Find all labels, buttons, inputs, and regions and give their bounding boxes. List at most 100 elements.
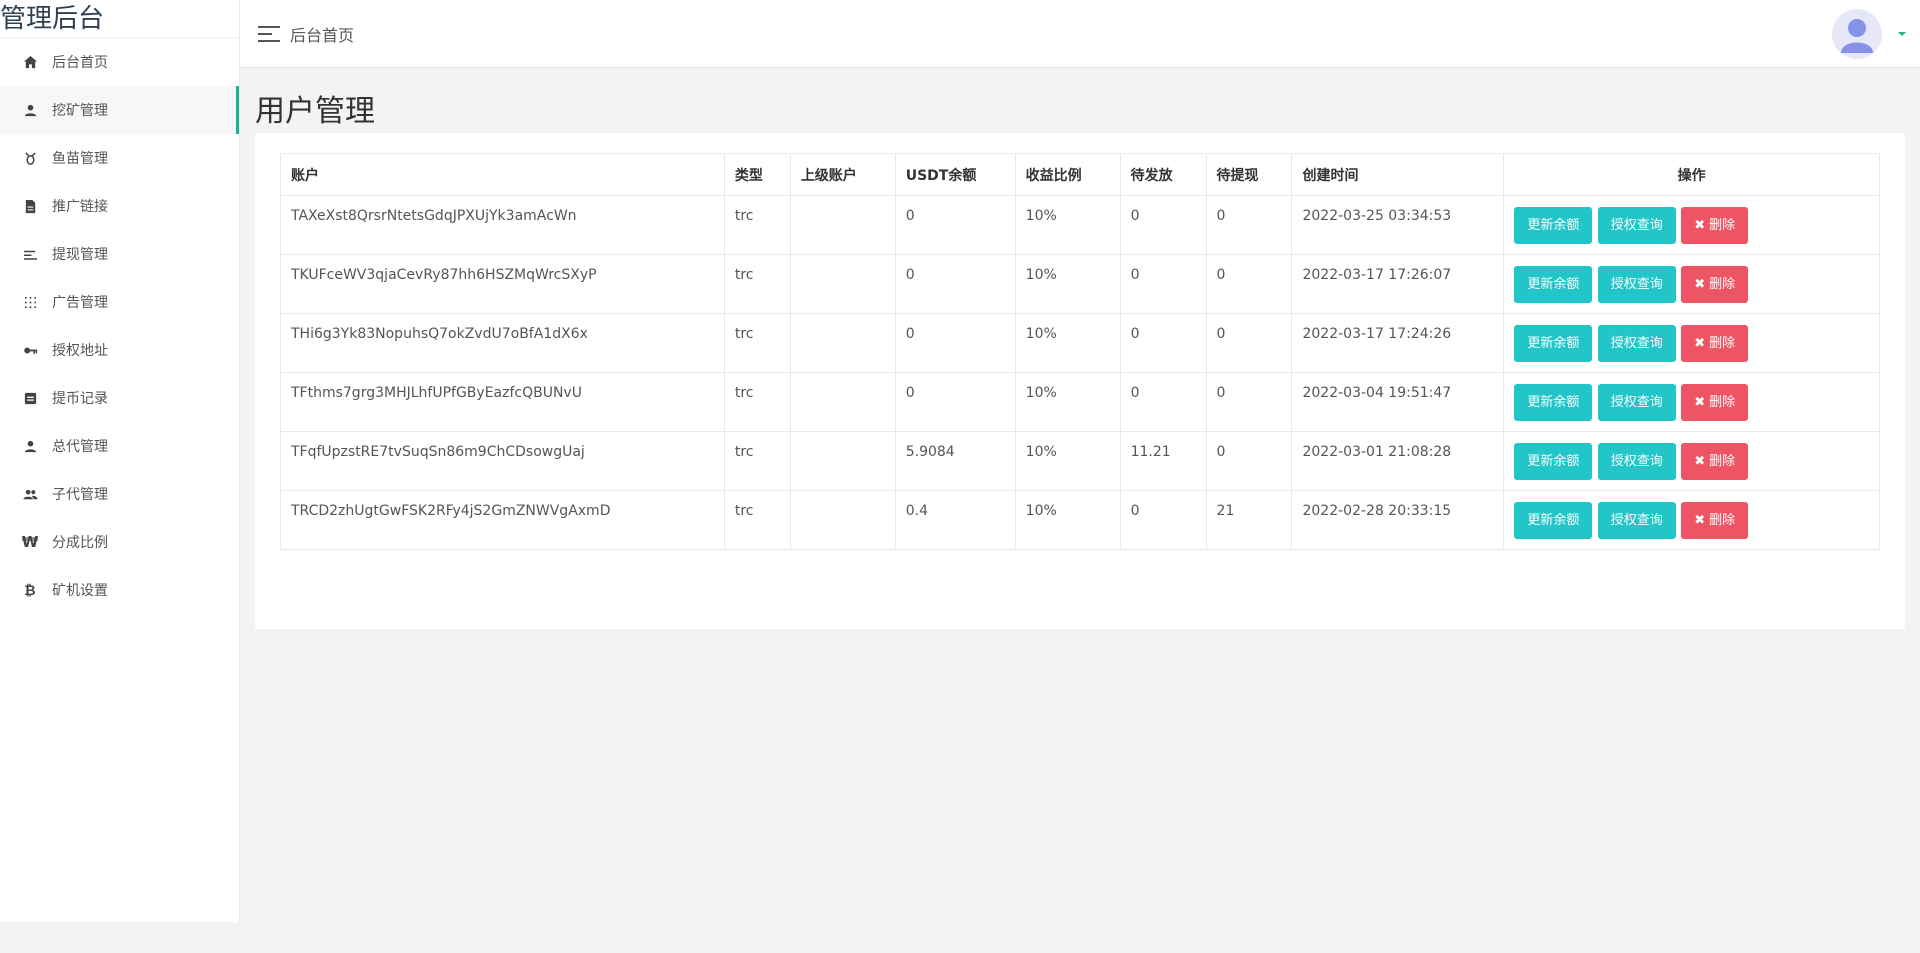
bitcoin-icon: ₿ [24, 582, 36, 599]
delete-button[interactable]: ✖ 删除 [1681, 383, 1749, 421]
auth-query-button[interactable]: 授权查询 [1597, 324, 1676, 362]
sort-lines-icon [22, 246, 38, 262]
cell-usdt: 0 [894, 195, 1016, 255]
cell-withdraw: 21 [1205, 490, 1293, 550]
sidebar: 管理后台 后台首页 挖矿管理 鱼苗管理 推广链接 提现管理 广告管理 授权地址 [0, 0, 240, 922]
cell-parent [789, 313, 896, 373]
auth-query-button[interactable]: 授权查询 [1597, 501, 1676, 539]
user-icon [22, 438, 38, 454]
delete-label: 删除 [1709, 394, 1736, 410]
sidebar-item-label: 挖矿管理 [52, 103, 108, 119]
table-row: TFthms7grg3MHJLhfUPfGByEazfcQBUNvU trc 0… [280, 372, 1880, 432]
table-row: THi6g3Yk83NopuhsQ7okZvdU7oBfA1dX6x trc 0… [280, 313, 1880, 373]
col-header-type: 类型 [723, 153, 791, 196]
sidebar-item-label: 推广链接 [52, 199, 108, 215]
cell-usdt: 0 [894, 372, 1016, 432]
cell-usdt: 0 [894, 254, 1016, 314]
cell-pending: 0 [1119, 313, 1207, 373]
delete-button[interactable]: ✖ 删除 [1681, 501, 1749, 539]
cell-account: TKUFceWV3qjaCevRy87hh6HSZMqWrcSXyP [280, 254, 725, 314]
cell-withdraw: 0 [1205, 431, 1293, 491]
cell-usdt: 0 [894, 313, 1016, 373]
chevron-down-icon[interactable] [1898, 32, 1906, 36]
sidebar-item-fry[interactable]: 鱼苗管理 [0, 134, 239, 182]
sidebar-item-home[interactable]: 后台首页 [0, 38, 239, 86]
breadcrumb[interactable]: 后台首页 [290, 22, 354, 46]
delete-button[interactable]: ✖ 删除 [1681, 265, 1749, 303]
col-header-created: 创建时间 [1291, 153, 1505, 196]
cell-type: trc [723, 313, 791, 373]
delete-label: 删除 [1709, 453, 1736, 469]
cell-parent [789, 254, 896, 314]
delete-button[interactable]: ✖ 删除 [1681, 324, 1749, 362]
cell-actions: 更新余额 授权查询 ✖ 删除 [1503, 195, 1880, 255]
delete-label: 删除 [1709, 335, 1736, 351]
cell-parent [789, 431, 896, 491]
grid-dots-icon [22, 294, 38, 310]
auth-query-button[interactable]: 授权查询 [1597, 442, 1676, 480]
cell-ratio: 10% [1014, 372, 1121, 432]
close-icon: ✖ [1694, 394, 1706, 410]
update-balance-button[interactable]: 更新余额 [1514, 206, 1593, 244]
update-balance-button[interactable]: 更新余额 [1514, 383, 1593, 421]
sidebar-nav: 后台首页 挖矿管理 鱼苗管理 推广链接 提现管理 广告管理 授权地址 提币记录 [0, 38, 239, 614]
cell-usdt: 5.9084 [894, 431, 1016, 491]
bug-icon [22, 150, 38, 166]
cell-actions: 更新余额 授权查询 ✖ 删除 [1503, 372, 1880, 432]
sidebar-item-sub-agent[interactable]: 子代管理 [0, 470, 239, 518]
sidebar-item-auth-address[interactable]: 授权地址 [0, 326, 239, 374]
file-icon [22, 198, 38, 214]
cell-type: trc [723, 372, 791, 432]
sidebar-item-ads[interactable]: 广告管理 [0, 278, 239, 326]
cell-type: trc [723, 254, 791, 314]
cell-actions: 更新余额 授权查询 ✖ 删除 [1503, 313, 1880, 373]
sidebar-item-mining[interactable]: 挖矿管理 [0, 86, 239, 134]
sidebar-item-general-agent[interactable]: 总代管理 [0, 422, 239, 470]
close-icon: ✖ [1694, 217, 1706, 233]
ledger-icon [22, 390, 38, 406]
brand-title: 管理后台 [0, 0, 239, 38]
sidebar-item-label: 矿机设置 [52, 583, 108, 599]
delete-label: 删除 [1709, 217, 1736, 233]
cell-withdraw: 0 [1205, 313, 1293, 373]
cell-account: TRCD2zhUgtGwFSK2RFy4jS2GmZNWVgAxmD [280, 490, 725, 550]
col-header-withdraw: 待提现 [1205, 153, 1293, 196]
update-balance-button[interactable]: 更新余额 [1514, 501, 1593, 539]
delete-button[interactable]: ✖ 删除 [1681, 442, 1749, 480]
table-header-row: 账户 类型 上级账户 USDT余额 收益比例 待发放 待提现 创建时间 操作 [280, 153, 1880, 196]
content-panel: 账户 类型 上级账户 USDT余额 收益比例 待发放 待提现 创建时间 操作 T… [255, 133, 1905, 629]
close-icon: ✖ [1694, 512, 1706, 528]
won-icon: ₩ [21, 533, 39, 551]
sidebar-item-promo-link[interactable]: 推广链接 [0, 182, 239, 230]
cell-pending: 0 [1119, 254, 1207, 314]
sidebar-item-label: 分成比例 [52, 535, 108, 551]
cell-account: TFthms7grg3MHJLhfUPfGByEazfcQBUNvU [280, 372, 725, 432]
cell-parent [789, 195, 896, 255]
sidebar-item-share-ratio[interactable]: ₩ 分成比例 [0, 518, 239, 566]
sidebar-item-withdrawal[interactable]: 提现管理 [0, 230, 239, 278]
cell-pending: 0 [1119, 490, 1207, 550]
update-balance-button[interactable]: 更新余额 [1514, 324, 1593, 362]
col-header-ratio: 收益比例 [1014, 153, 1121, 196]
update-balance-button[interactable]: 更新余额 [1514, 265, 1593, 303]
close-icon: ✖ [1694, 453, 1706, 469]
sidebar-item-coin-records[interactable]: 提币记录 [0, 374, 239, 422]
table-row: TFqfUpzstRE7tvSuqSn86m9ChCDsowgUaj trc 5… [280, 431, 1880, 491]
sidebar-item-label: 后台首页 [52, 55, 108, 71]
update-balance-button[interactable]: 更新余额 [1514, 442, 1593, 480]
auth-query-button[interactable]: 授权查询 [1597, 206, 1676, 244]
table-row: TKUFceWV3qjaCevRy87hh6HSZMqWrcSXyP trc 0… [280, 254, 1880, 314]
cell-withdraw: 0 [1205, 372, 1293, 432]
avatar[interactable] [1832, 9, 1882, 59]
delete-button[interactable]: ✖ 删除 [1681, 206, 1749, 244]
cell-pending: 0 [1119, 372, 1207, 432]
cell-ratio: 10% [1014, 490, 1121, 550]
sidebar-item-label: 鱼苗管理 [52, 151, 108, 167]
auth-query-button[interactable]: 授权查询 [1597, 265, 1676, 303]
topbar: 后台首页 [240, 0, 1920, 68]
menu-toggle-icon[interactable] [258, 25, 280, 42]
cell-ratio: 10% [1014, 431, 1121, 491]
cell-created: 2022-02-28 20:33:15 [1291, 490, 1505, 550]
auth-query-button[interactable]: 授权查询 [1597, 383, 1676, 421]
sidebar-item-miner-settings[interactable]: ₿ 矿机设置 [0, 566, 239, 614]
